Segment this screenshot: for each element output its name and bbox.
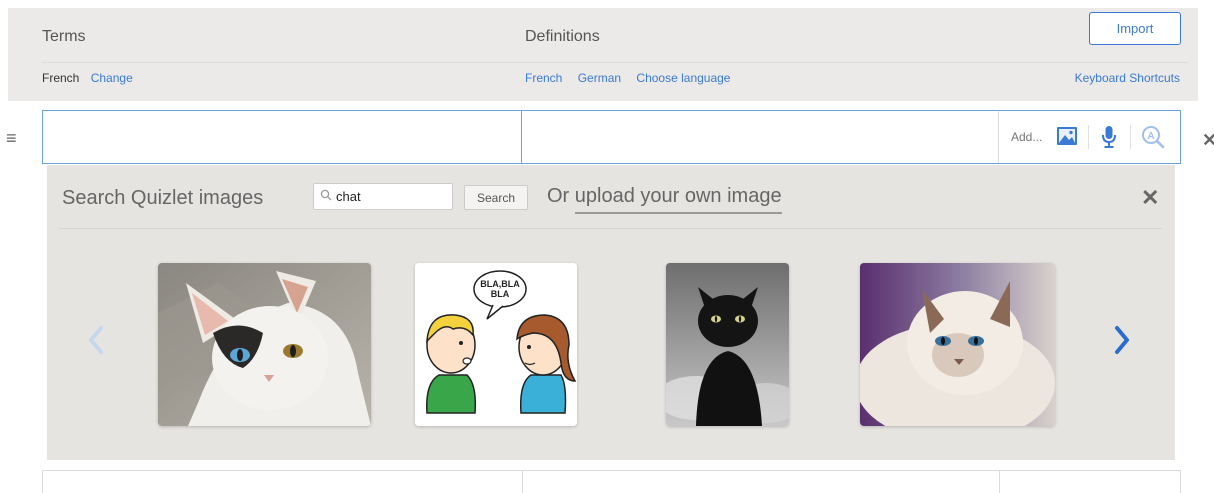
search-images-title: Search Quizlet images	[62, 187, 264, 209]
upload-prefix: Or	[547, 185, 575, 207]
image-search-panel: Search Quizlet images Search Or upload y…	[47, 165, 1175, 460]
upload-image-link[interactable]: Or upload your own image	[547, 185, 782, 214]
row-divider	[522, 471, 523, 493]
auto-define-icon[interactable]: A	[1141, 125, 1165, 154]
image-search-input[interactable]	[336, 189, 448, 204]
header-panel: Terms Definitions French Change French G…	[8, 8, 1198, 101]
upload-link-text[interactable]: upload your own image	[574, 185, 782, 214]
terms-language-row: French Change	[42, 71, 145, 85]
row-tools: Add... A	[1000, 111, 1180, 163]
image-result-white-cat[interactable]	[158, 263, 371, 426]
image-result-black-cat[interactable]	[666, 263, 789, 426]
row-divider	[999, 471, 1000, 493]
svg-text:A: A	[1147, 131, 1154, 142]
def-language-french[interactable]: French	[525, 71, 562, 85]
import-button[interactable]: Import	[1089, 12, 1181, 45]
terms-change-link[interactable]: Change	[91, 71, 133, 85]
next-card-row	[42, 470, 1181, 493]
header-divider	[42, 62, 1188, 63]
image-search-field[interactable]	[313, 183, 453, 210]
search-icon	[320, 188, 332, 206]
image-search-button[interactable]: Search	[464, 185, 528, 210]
delete-row-icon[interactable]: ✕	[1202, 130, 1214, 151]
microphone-icon[interactable]	[1101, 125, 1117, 154]
tool-separator	[1088, 125, 1089, 149]
tool-separator	[1130, 125, 1131, 149]
choose-language-link[interactable]: Choose language	[636, 71, 730, 85]
card-row: Add... A	[42, 110, 1181, 164]
add-image-label: Add...	[1011, 130, 1043, 144]
image-result-kids-chatting[interactable]: BLA,BLA BLA	[415, 263, 577, 426]
chevron-right-icon[interactable]	[1113, 325, 1131, 360]
definitions-language-row: French German Choose language	[525, 71, 742, 85]
image-icon[interactable]	[1056, 126, 1078, 151]
def-language-german[interactable]: German	[578, 71, 621, 85]
keyboard-shortcuts-link[interactable]: Keyboard Shortcuts	[1075, 71, 1180, 85]
image-result-fluffy-cat[interactable]	[860, 263, 1055, 426]
chevron-left-icon[interactable]	[87, 325, 105, 360]
term-input[interactable]	[43, 111, 522, 163]
definitions-heading: Definitions	[525, 28, 600, 45]
speech-text-line2: BLA	[491, 289, 510, 299]
terms-heading: Terms	[42, 28, 86, 45]
close-panel-icon[interactable]: ✕	[1141, 185, 1159, 211]
definition-input[interactable]	[522, 111, 999, 163]
terms-language: French	[42, 71, 80, 85]
panel-divider	[59, 228, 1162, 229]
speech-text-line1: BLA,BLA	[480, 279, 520, 289]
drag-handle-icon[interactable]: ≡	[6, 128, 17, 149]
